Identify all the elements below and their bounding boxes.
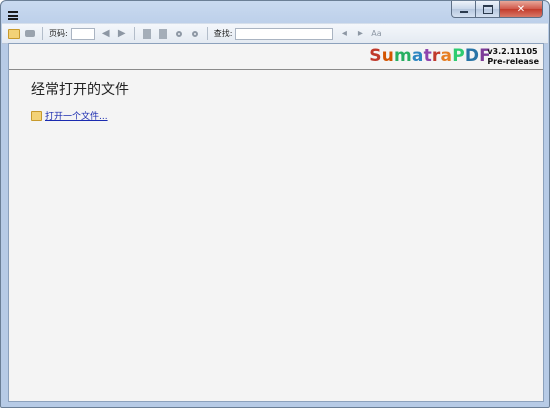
version-number: v3.2.11105 <box>487 47 538 56</box>
maximize-icon <box>482 4 493 14</box>
find-prev-icon: ◂ <box>341 28 347 39</box>
zoom-in-icon <box>175 30 182 37</box>
find-next-icon: ▸ <box>357 28 363 39</box>
zoom-out-icon <box>191 30 198 37</box>
match-case-icon: Aa <box>371 29 382 38</box>
minimize-button[interactable] <box>451 1 476 18</box>
folder-open-icon <box>31 110 42 121</box>
page-number-input[interactable] <box>70 27 95 40</box>
toolbar-separator <box>133 27 135 40</box>
page-icon <box>142 28 151 39</box>
zoom-out-button[interactable] <box>189 28 201 40</box>
minimize-icon <box>459 11 468 13</box>
toolbar-separator <box>42 27 43 40</box>
find-prev-button[interactable]: ◂ <box>338 28 350 40</box>
continuous-view-button[interactable] <box>157 28 169 40</box>
brand-bar: SumatraPDF v3.2.11105 Pre-release <box>9 44 543 70</box>
toolbar: 页码: ◀ ▶ 查找: ◂ ▸ Aa <box>2 23 548 44</box>
arrow-right-icon: ▶ <box>117 28 126 39</box>
open-file-button[interactable] <box>8 28 20 40</box>
frequently-read-heading: 经常打开的文件 <box>31 82 129 98</box>
toolbar-separator <box>206 27 208 40</box>
zoom-in-button[interactable] <box>173 28 185 40</box>
close-icon: ✕ <box>516 3 526 15</box>
document-area: SumatraPDF v3.2.11105 Pre-release 经常打开的文… <box>8 43 544 402</box>
release-channel: Pre-release <box>487 57 539 66</box>
arrow-left-icon: ◀ <box>101 28 110 39</box>
open-file-link[interactable]: 打开一个文件... <box>45 109 108 122</box>
find-next-button[interactable]: ▸ <box>354 28 366 40</box>
find-input[interactable] <box>235 27 334 40</box>
caption-buttons: ✕ <box>451 1 543 18</box>
title-bar: ✕ <box>1 1 549 23</box>
hamburger-menu-icon[interactable] <box>8 11 18 20</box>
sumatrapdf-logo: SumatraPDF <box>369 46 491 66</box>
print-button[interactable] <box>24 28 36 40</box>
next-page-button[interactable]: ▶ <box>116 28 128 40</box>
close-button[interactable]: ✕ <box>500 1 543 18</box>
single-page-view-button[interactable] <box>141 28 153 40</box>
match-case-button[interactable]: Aa <box>370 28 382 40</box>
printer-icon <box>25 30 35 37</box>
find-label: 查找: <box>213 29 233 38</box>
pages-icon <box>158 28 167 39</box>
folder-open-icon <box>8 28 20 39</box>
app-window: ✕ 页码: ◀ ▶ 查找: ◂ ▸ Aa SumatraPDF v3.2.111… <box>0 0 550 408</box>
version-label: v3.2.11105 Pre-release <box>487 47 539 67</box>
page-label: 页码: <box>49 29 68 38</box>
prev-page-button[interactable]: ◀ <box>100 28 112 40</box>
maximize-button[interactable] <box>476 1 500 18</box>
open-file-row: 打开一个文件... <box>31 109 108 122</box>
